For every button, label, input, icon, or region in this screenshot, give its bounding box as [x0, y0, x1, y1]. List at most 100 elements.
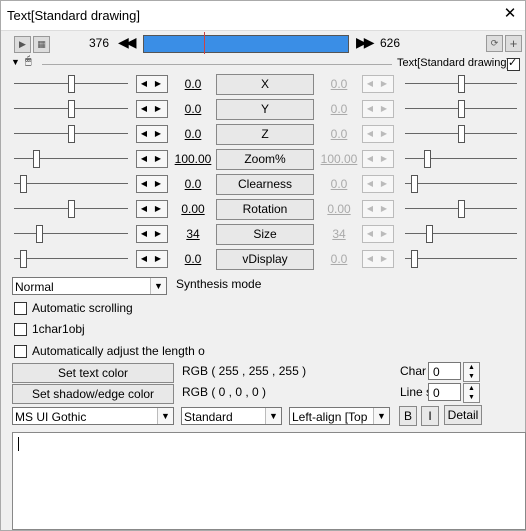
- refresh-icon[interactable]: ⟳: [486, 35, 503, 52]
- param-name-button[interactable]: Zoom%: [216, 149, 314, 170]
- right-value-slider[interactable]: [405, 74, 517, 94]
- left-value-slider[interactable]: [14, 99, 128, 119]
- left-value[interactable]: 0.0: [174, 77, 212, 91]
- slider-thumb[interactable]: [426, 225, 433, 243]
- right-value-slider[interactable]: [405, 99, 517, 119]
- arrow-left-icon[interactable]: ◀: [137, 151, 151, 167]
- arrow-right-icon[interactable]: ▶: [151, 76, 165, 92]
- right-value[interactable]: 0.0: [320, 102, 358, 116]
- arrow-right-icon[interactable]: ▶: [377, 201, 391, 217]
- collapse-icon[interactable]: ▼: [11, 57, 20, 67]
- right-value[interactable]: 0.00: [320, 202, 358, 216]
- frame-cursor[interactable]: [204, 32, 205, 54]
- slider-thumb[interactable]: [68, 125, 75, 143]
- video-icon[interactable]: ▶: [14, 36, 31, 53]
- param-name-button[interactable]: Clearness: [216, 174, 314, 195]
- right-value[interactable]: 0.0: [320, 127, 358, 141]
- right-value[interactable]: 100.00: [320, 152, 358, 166]
- arrow-left-icon[interactable]: ◀: [137, 126, 151, 142]
- left-value-stepper[interactable]: ◀ ▶: [136, 200, 168, 218]
- right-value[interactable]: 0.0: [320, 177, 358, 191]
- left-value[interactable]: 0.00: [174, 202, 212, 216]
- slider-thumb[interactable]: [36, 225, 43, 243]
- left-value[interactable]: 0.0: [174, 127, 212, 141]
- arrow-right-icon[interactable]: ▶: [377, 176, 391, 192]
- frame-range-slider[interactable]: [143, 35, 349, 53]
- param-name-button[interactable]: Y: [216, 99, 314, 120]
- left-value-slider[interactable]: [14, 199, 128, 219]
- arrow-left-icon[interactable]: ◀: [137, 176, 151, 192]
- right-value-stepper[interactable]: ◀ ▶: [362, 75, 394, 93]
- arrow-right-icon[interactable]: ▶: [377, 151, 391, 167]
- left-value[interactable]: 100.00: [174, 152, 212, 166]
- left-value-stepper[interactable]: ◀ ▶: [136, 250, 168, 268]
- enable-checkbox[interactable]: [507, 56, 520, 71]
- right-value-stepper[interactable]: ◀ ▶: [362, 200, 394, 218]
- slider-thumb[interactable]: [458, 75, 465, 93]
- text-content-input[interactable]: [12, 432, 526, 530]
- arrow-right-icon[interactable]: ▶: [151, 126, 165, 142]
- auto-adjust-checkbox[interactable]: [14, 345, 27, 358]
- arrow-left-icon[interactable]: ◀: [363, 151, 377, 167]
- char-spacing-input[interactable]: 0: [428, 362, 461, 380]
- slider-thumb[interactable]: [458, 125, 465, 143]
- right-value-stepper[interactable]: ◀ ▶: [362, 150, 394, 168]
- arrow-right-icon[interactable]: ▶: [151, 226, 165, 242]
- blend-mode-select[interactable]: Normal ▼: [12, 277, 167, 295]
- left-value[interactable]: 0.0: [174, 102, 212, 116]
- right-value-slider[interactable]: [405, 149, 517, 169]
- left-value[interactable]: 0.0: [174, 177, 212, 191]
- right-value-slider[interactable]: [405, 124, 517, 144]
- arrow-right-icon[interactable]: ▶: [377, 76, 391, 92]
- add-icon[interactable]: +: [505, 35, 522, 52]
- right-value[interactable]: 34: [320, 227, 358, 241]
- slider-thumb[interactable]: [458, 200, 465, 218]
- image-icon[interactable]: ▦: [33, 36, 50, 53]
- arrow-left-icon[interactable]: ◀: [137, 76, 151, 92]
- detail-button[interactable]: Detail: [444, 405, 482, 425]
- auto-scroll-checkbox[interactable]: [14, 302, 27, 315]
- set-text-color-button[interactable]: Set text color: [12, 363, 174, 383]
- left-value-slider[interactable]: [14, 74, 128, 94]
- right-value-stepper[interactable]: ◀ ▶: [362, 100, 394, 118]
- param-name-button[interactable]: Rotation: [216, 199, 314, 220]
- arrow-left-icon[interactable]: ◀: [137, 201, 151, 217]
- left-value-stepper[interactable]: ◀ ▶: [136, 125, 168, 143]
- slider-thumb[interactable]: [458, 100, 465, 118]
- set-shadow-color-button[interactable]: Set shadow/edge color: [12, 384, 174, 404]
- arrow-left-icon[interactable]: ◀: [137, 251, 151, 267]
- close-icon[interactable]: ✕: [499, 4, 521, 24]
- right-value-slider[interactable]: [405, 249, 517, 269]
- left-value-stepper[interactable]: ◀ ▶: [136, 175, 168, 193]
- line-spacing-stepper[interactable]: ▲ ▼: [463, 383, 480, 403]
- left-value[interactable]: 34: [174, 227, 212, 241]
- left-value-stepper[interactable]: ◀ ▶: [136, 225, 168, 243]
- left-value-stepper[interactable]: ◀ ▶: [136, 100, 168, 118]
- left-value-slider[interactable]: [14, 174, 128, 194]
- param-name-button[interactable]: Z: [216, 124, 314, 145]
- slider-thumb[interactable]: [411, 250, 418, 268]
- arrow-right-icon[interactable]: ▶: [151, 101, 165, 117]
- arrow-left-icon[interactable]: ◀: [363, 76, 377, 92]
- italic-button[interactable]: I: [421, 406, 439, 426]
- right-value-slider[interactable]: [405, 224, 517, 244]
- left-value-slider[interactable]: [14, 224, 128, 244]
- arrow-left-icon[interactable]: ◀: [363, 126, 377, 142]
- right-value-stepper[interactable]: ◀ ▶: [362, 175, 394, 193]
- left-value[interactable]: 0.0: [174, 252, 212, 266]
- right-value-slider[interactable]: [405, 174, 517, 194]
- arrow-right-icon[interactable]: ▶: [151, 151, 165, 167]
- slider-thumb[interactable]: [411, 175, 418, 193]
- param-name-button[interactable]: vDisplay: [216, 249, 314, 270]
- alignment-select[interactable]: Left-align [Top ▼: [289, 407, 390, 425]
- arrow-left-icon[interactable]: ◀: [137, 226, 151, 242]
- arrow-right-icon[interactable]: ▶: [151, 251, 165, 267]
- arrow-right-icon[interactable]: ▶: [377, 251, 391, 267]
- arrow-right-icon[interactable]: ▶: [377, 101, 391, 117]
- slider-thumb[interactable]: [68, 100, 75, 118]
- slider-thumb[interactable]: [20, 175, 27, 193]
- param-name-button[interactable]: X: [216, 74, 314, 95]
- slider-thumb[interactable]: [68, 75, 75, 93]
- bold-button[interactable]: B: [399, 406, 417, 426]
- line-spacing-input[interactable]: 0: [428, 383, 461, 401]
